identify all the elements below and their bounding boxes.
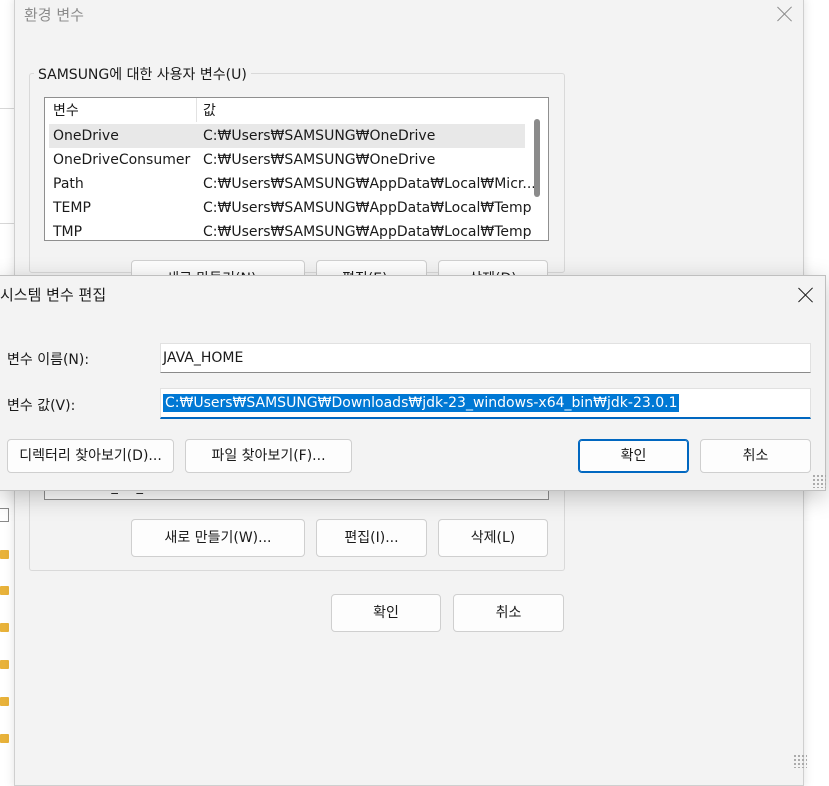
row-variable-name: OneDriveConsumer: [53, 152, 191, 168]
system-new-button[interactable]: 새로 만들기(W)...: [131, 519, 305, 557]
dialog-ok-button[interactable]: 확인: [578, 439, 689, 473]
table-row[interactable]: TMP C:₩Users₩SAMSUNG₩AppData₩Local₩Temp: [49, 220, 532, 240]
close-icon[interactable]: [796, 285, 816, 305]
scrollbar-thumb[interactable]: [534, 119, 540, 197]
row-variable-name: Path: [53, 176, 84, 192]
user-variables-table[interactable]: 변수 값 OneDrive C:₩Users₩SAMSUNG₩OneDrive …: [44, 97, 549, 241]
row-variable-value: C:₩Users₩SAMSUNG₩AppData₩Local₩Temp: [203, 200, 532, 216]
row-variable-value: C:₩Users₩SAMSUNG₩AppData₩Local₩Micr...: [203, 176, 536, 192]
table-row[interactable]: OneDrive C:₩Users₩SAMSUNG₩OneDrive: [49, 124, 525, 148]
row-variable-name: OneDrive: [53, 128, 119, 144]
row-variable-value: C:₩Users₩SAMSUNG₩OneDrive: [203, 128, 436, 144]
folder-icon: [0, 550, 9, 559]
folder-icon: [0, 660, 9, 669]
system-edit-button[interactable]: 편집(I)...: [316, 519, 427, 557]
browse-file-button[interactable]: 파일 찾아보기(F)...: [185, 439, 352, 473]
folder-icon: [0, 586, 9, 595]
table-row[interactable]: Path C:₩Users₩SAMSUNG₩AppData₩Local₩Micr…: [49, 172, 536, 196]
variable-name-label: 변수 이름(N):: [7, 352, 90, 368]
user-variables-group-label: SAMSUNG에 대한 사용자 변수(U): [34, 64, 251, 84]
variable-value-selected-text: C:₩Users₩SAMSUNG₩Downloads₩jdk-23_window…: [163, 394, 680, 412]
browse-directory-button[interactable]: 디렉터리 찾아보기(D)...: [7, 439, 174, 473]
row-variable-name: TMP: [53, 224, 83, 240]
table-row[interactable]: OneDriveConsumer C:₩Users₩SAMSUNG₩OneDri…: [49, 148, 525, 172]
variable-name-value: JAVA_HOME: [163, 350, 244, 366]
window-title: 환경 변수: [24, 6, 84, 24]
file-icon: [0, 508, 9, 522]
dialog-cancel-button[interactable]: 취소: [700, 439, 811, 473]
env-cancel-button[interactable]: 취소: [453, 594, 564, 632]
background-divider: [0, 108, 14, 109]
row-variable-value: C:₩Users₩SAMSUNG₩OneDrive: [203, 152, 436, 168]
variable-name-input[interactable]: JAVA_HOME: [160, 343, 811, 373]
variable-value-input[interactable]: C:₩Users₩SAMSUNG₩Downloads₩jdk-23_window…: [160, 388, 811, 419]
folder-icon: [0, 623, 9, 632]
column-header-variable[interactable]: 변수: [53, 100, 79, 120]
row-variable-value: C:₩Users₩SAMSUNG₩AppData₩Local₩Temp: [203, 224, 532, 240]
resize-grip-icon[interactable]: [793, 754, 807, 768]
column-divider[interactable]: [196, 98, 197, 122]
column-header-value[interactable]: 값: [203, 100, 216, 120]
folder-icon: [0, 697, 9, 706]
env-ok-button[interactable]: 확인: [331, 594, 441, 632]
close-icon[interactable]: [775, 4, 795, 24]
system-delete-button[interactable]: 삭제(L): [438, 519, 548, 557]
dialog-title: 시스템 변수 편집: [0, 286, 107, 304]
background-divider: [0, 223, 14, 224]
resize-grip-icon[interactable]: [812, 474, 826, 488]
folder-icon: [0, 734, 9, 743]
variable-value-label: 변수 값(V):: [7, 398, 76, 414]
row-variable-name: TEMP: [53, 200, 91, 216]
table-row[interactable]: TEMP C:₩Users₩SAMSUNG₩AppData₩Local₩Temp: [49, 196, 532, 220]
